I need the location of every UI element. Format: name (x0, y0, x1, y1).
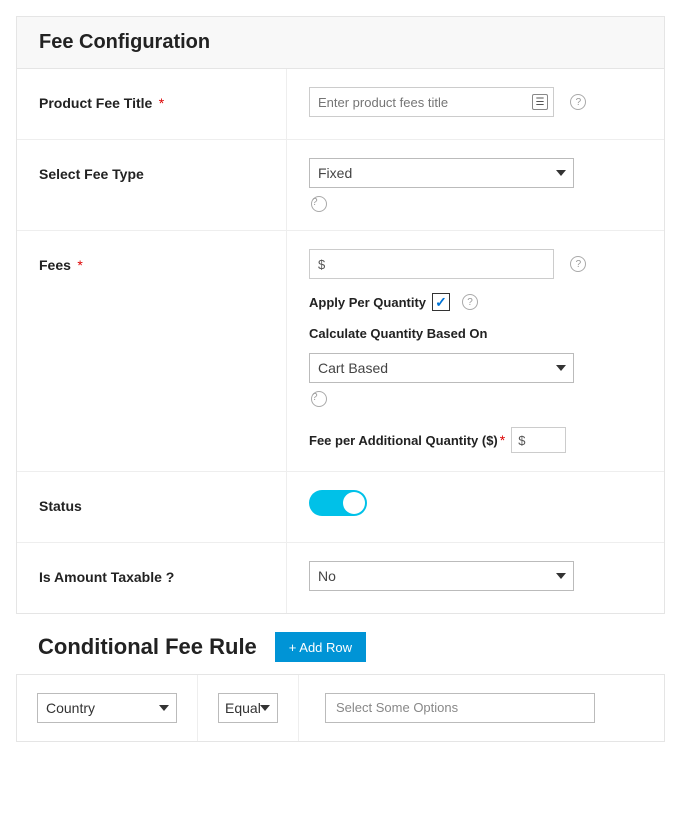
condition-value-multiselect[interactable]: Select Some Options (325, 693, 595, 723)
status-toggle[interactable] (309, 490, 367, 516)
select-fee-type-label: Select Fee Type (39, 166, 144, 182)
input-col: ☰ ? (287, 69, 664, 139)
select-wrap: Fixed (309, 158, 574, 188)
help-icon[interactable]: ? (462, 294, 478, 310)
add-row-button[interactable]: + Add Row (275, 632, 366, 662)
taxable-dropdown[interactable]: No (309, 561, 574, 591)
input-col: ? Apply Per Quantity ? Calculate Quantit… (287, 231, 664, 471)
toggle-handle (343, 492, 365, 514)
input-wrap: ☰ (309, 87, 554, 117)
help-icon[interactable]: ? (570, 94, 586, 110)
select-wrap: Equal (218, 693, 278, 723)
product-fee-title-label: Product Fee Title (39, 95, 152, 111)
label-col: Is Amount Taxable ? (17, 543, 287, 613)
status-label: Status (39, 498, 82, 514)
fees-input[interactable] (309, 249, 554, 279)
autofill-icon: ☰ (532, 94, 548, 110)
product-fee-title-input[interactable] (309, 87, 554, 117)
apply-per-qty-checkbox[interactable] (432, 293, 450, 311)
input-col (287, 472, 664, 542)
required-indicator: * (77, 257, 82, 273)
fee-per-additional-input[interactable] (511, 427, 566, 453)
select-wrap: No (309, 561, 574, 591)
calc-qty-dropdown[interactable]: Cart Based (309, 353, 574, 383)
condition-field-cell: Country (17, 675, 198, 741)
required-indicator: * (500, 432, 505, 448)
calc-qty-label: Calculate Quantity Based On (309, 326, 487, 341)
label-col: Status (17, 472, 287, 542)
condition-field-dropdown[interactable]: Country (37, 693, 177, 723)
calc-qty-based-on-block: Calculate Quantity Based On Cart Based ? (309, 325, 642, 407)
select-wrap: Cart Based (309, 353, 574, 383)
help-icon[interactable]: ? (311, 391, 327, 407)
input-col: No (287, 543, 664, 613)
panel-title: Fee Configuration (39, 31, 642, 54)
apply-per-qty-row: Apply Per Quantity ? (309, 293, 642, 311)
row-select-fee-type: Select Fee Type Fixed ? (17, 140, 664, 231)
condition-operator-cell: Equal (198, 675, 299, 741)
label-col: Select Fee Type (17, 140, 287, 230)
fees-label: Fees (39, 257, 71, 273)
panel-header: Fee Configuration (17, 17, 664, 69)
row-status: Status (17, 472, 664, 543)
label-col: Fees * (17, 231, 287, 471)
condition-operator-dropdown[interactable]: Equal (218, 693, 278, 723)
row-fees: Fees * ? Apply Per Quantity ? Calculate … (17, 231, 664, 472)
condition-row: Country Equal Select Some Options (16, 674, 665, 742)
label-col: Product Fee Title * (17, 69, 287, 139)
condition-value-cell: Select Some Options (299, 675, 664, 741)
select-fee-type-dropdown[interactable]: Fixed (309, 158, 574, 188)
conditional-fee-rule-title: Conditional Fee Rule (38, 634, 257, 660)
required-indicator: * (159, 95, 164, 111)
row-product-fee-title: Product Fee Title * ☰ ? (17, 69, 664, 140)
help-icon[interactable]: ? (570, 256, 586, 272)
input-col: Fixed ? (287, 140, 664, 230)
apply-per-qty-label: Apply Per Quantity (309, 295, 426, 310)
row-taxable: Is Amount Taxable ? No (17, 543, 664, 613)
conditional-fee-rule-section: Conditional Fee Rule + Add Row Country E… (16, 632, 665, 742)
fee-configuration-panel: Fee Configuration Product Fee Title * ☰ … (16, 16, 665, 614)
fee-per-additional-row: Fee per Additional Quantity ($) * (309, 427, 642, 453)
fee-per-additional-label: Fee per Additional Quantity ($) (309, 433, 498, 448)
select-wrap: Country (37, 693, 177, 723)
taxable-label: Is Amount Taxable ? (39, 569, 174, 585)
help-icon[interactable]: ? (311, 196, 327, 212)
section2-header: Conditional Fee Rule + Add Row (16, 632, 665, 674)
